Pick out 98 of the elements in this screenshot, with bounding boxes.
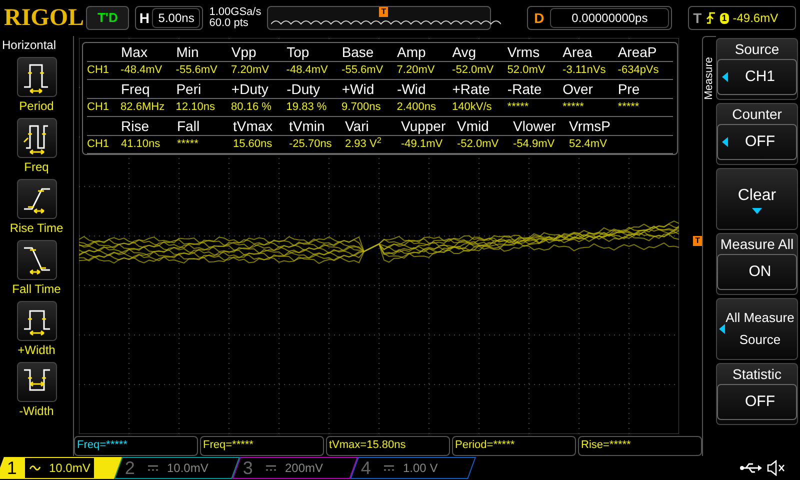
trigger-position-marker: T	[379, 7, 388, 17]
measurement-value: *****	[562, 100, 585, 115]
measurement-value: -48.4mV	[286, 63, 329, 78]
measurement-value: -55.6mV	[342, 63, 384, 78]
menu-button[interactable]: All Measure Source	[716, 298, 798, 360]
measurement-value: 7.20mV	[396, 63, 436, 78]
measurement-name: +Duty	[231, 80, 270, 98]
memory-depth: 60.0 pts	[209, 18, 250, 29]
trigger-level: -49.6mV	[732, 10, 778, 27]
measurement-name: +Rate	[452, 80, 491, 98]
menu-button[interactable]: Clear	[716, 168, 798, 230]
measurement-value: *****	[618, 100, 640, 115]
sidebar-title: Horizontal	[1, 37, 56, 54]
measurement-value: -52.0mV	[452, 63, 495, 78]
measurement-result: Freq=*****	[74, 436, 198, 456]
left-arrow-icon	[722, 137, 728, 147]
measurement-value: 15.60ns	[233, 137, 274, 152]
measurement-name: VrmsP	[569, 117, 612, 135]
channel-label: CH1	[87, 63, 110, 78]
menu-button[interactable]: Source CH1	[716, 38, 798, 100]
measurement-value: -55.6mV	[176, 63, 218, 78]
measurement-value: 9.700ns	[342, 100, 382, 115]
measurement-name: Fall	[177, 117, 201, 135]
measurement-value: 12.10ns	[176, 100, 216, 115]
measurement-value: -49.1mV	[401, 137, 444, 152]
channel-indicator[interactable]: 2 10.0mV	[114, 457, 240, 479]
measurement-name: tVmax	[233, 117, 274, 135]
measurement-name: Min	[176, 43, 200, 61]
left-arrow-icon	[722, 72, 728, 82]
measurement-value: -3.11nVs	[562, 63, 607, 78]
measurement-name: Base	[342, 43, 375, 61]
measurement-value: 2.93 V$^{2}$	[345, 136, 382, 152]
measurement-value: 52.0mV	[507, 63, 546, 78]
measurement-name: Vrms	[507, 43, 541, 61]
measurement-value: -25.70ns	[289, 137, 333, 152]
measurement-value: -52.0mV	[457, 137, 500, 152]
measurement-value: *****	[507, 100, 530, 115]
menu-button[interactable]: Statistic OFF	[716, 363, 798, 425]
timebase-display[interactable]: H 5.00ns	[135, 6, 204, 30]
sample-rate: 1.00GSa/s	[209, 7, 262, 18]
speaker-muted-icon	[766, 460, 786, 476]
measurement-name: Amp	[397, 43, 427, 61]
measurement-name: -Rate	[507, 80, 543, 98]
dc-coupling-icon	[147, 464, 160, 472]
measurement-value: -54.9mV	[513, 137, 556, 152]
measurement-result: Freq=*****	[200, 436, 324, 456]
measurement-name: Over	[562, 80, 594, 98]
rising-edge-icon	[706, 12, 716, 24]
dc-coupling-icon	[383, 464, 396, 472]
channel-indicator[interactable]: 1 10.0mV	[0, 457, 122, 479]
measurement-value: *****	[177, 137, 200, 152]
measurement-value: 140kV/s	[452, 100, 493, 115]
measurement-value: -48.4mV	[120, 63, 164, 78]
measurement-value: 52.4mV	[569, 137, 608, 152]
measurement-name: Pre	[618, 80, 641, 98]
measurement-name: tVmin	[289, 117, 326, 135]
measurement-name: Max	[121, 43, 148, 61]
measurement-name: Vmid	[457, 117, 490, 135]
measurement-result: Rise=*****	[578, 436, 702, 456]
measurement-name: -Duty	[286, 80, 322, 98]
measurement-name: Vlower	[513, 117, 557, 135]
usb-icon	[740, 462, 762, 474]
measurement-result: tVmax=15.80ns	[326, 436, 450, 456]
measurement-name: Avg	[452, 43, 478, 61]
channel-label: CH1	[87, 137, 110, 152]
dc-coupling-icon	[265, 464, 278, 472]
measurement-name: Vari	[345, 117, 370, 135]
left-arrow-icon	[719, 324, 725, 334]
down-arrow-icon	[752, 208, 762, 214]
menu-button[interactable]: Counter OFF	[716, 103, 798, 165]
measurement-value: 41.10ns	[121, 137, 162, 152]
measurement-name: Freq	[121, 80, 151, 98]
channel-indicator[interactable]: 4 1.00 V	[350, 457, 476, 479]
trigger-display[interactable]: T 1 -49.6mV	[688, 6, 796, 30]
channel-label: CH1	[87, 100, 110, 115]
measurement-value: 19.83 %	[286, 100, 328, 115]
measurement-value: 82.6MHz	[120, 100, 166, 115]
menu-button[interactable]: Measure All ON	[716, 233, 798, 295]
run-status-button[interactable]: T'D	[86, 6, 130, 30]
delay-display[interactable]: D 0.00000000ps	[527, 6, 672, 30]
measurement-value: 7.20mV	[231, 63, 270, 78]
measurement-value: 2.400ns	[396, 100, 437, 115]
measurement-value: -634pVs	[618, 63, 660, 78]
measurement-name: Area	[562, 43, 594, 61]
measurement-name: +Wid	[342, 80, 376, 98]
ac-coupling-icon	[29, 464, 42, 472]
measurement-result: Period=*****	[452, 436, 576, 456]
measurement-name: AreaP	[618, 43, 658, 61]
measurement-name: Peri	[176, 80, 202, 98]
measurement-value: 80.16 %	[231, 100, 272, 115]
measurement-name: Vupper	[401, 117, 447, 135]
trigger-level-marker: T	[693, 236, 702, 246]
measurement-name: Rise	[121, 117, 150, 135]
measurement-name: Vpp	[231, 43, 258, 61]
channel-indicator[interactable]: 3 200mV	[232, 457, 358, 479]
measurement-name: -Wid	[397, 80, 427, 98]
measurement-name: Top	[286, 43, 310, 61]
trigger-source: 1	[720, 12, 729, 24]
